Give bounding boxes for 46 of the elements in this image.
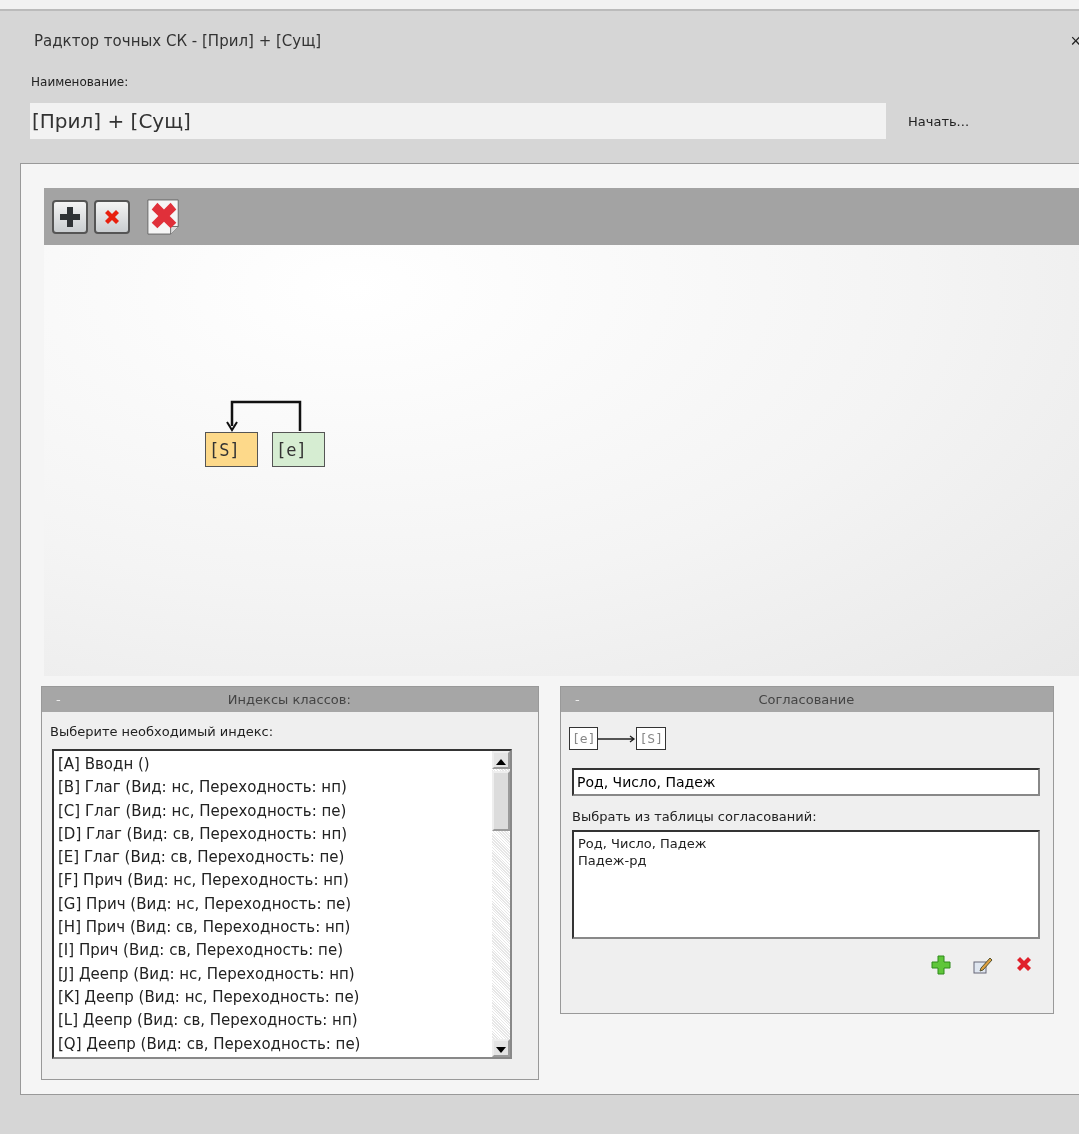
name-label: Наименование:: [31, 75, 130, 89]
add-button[interactable]: [52, 199, 88, 234]
arrow-icon: [598, 734, 637, 743]
close-button[interactable]: ×: [1070, 30, 1079, 52]
start-button[interactable]: Начать...: [908, 113, 970, 129]
delete-button[interactable]: [94, 199, 130, 234]
window-title: Радктор точных СК - [Прил] + [Сущ]: [34, 32, 323, 50]
scroll-down-button[interactable]: [492, 1039, 510, 1057]
scrollbar-thumb[interactable]: [492, 771, 510, 831]
down-arrow-icon: [496, 1047, 506, 1053]
edit-button[interactable]: [973, 955, 993, 975]
agreement-option[interactable]: Род, Число, Падеж: [578, 835, 707, 852]
index-list-item[interactable]: [Q] Деепр (Вид: св, Переходность: пе): [58, 1032, 361, 1056]
diagram-node: [e]: [569, 727, 599, 750]
index-list-item[interactable]: [L] Деепр (Вид: св, Переходность: нп): [58, 1009, 358, 1033]
plus-icon: [59, 205, 81, 228]
index-list-item[interactable]: [G] Прич (Вид: нс, Переходность: пе): [58, 892, 352, 917]
index-list-item[interactable]: [H] Прич (Вид: св, Переходность: нп): [58, 916, 351, 940]
index-list-item[interactable]: [C] Глаг (Вид: нс, Переходность: пе): [58, 799, 347, 823]
index-list-item[interactable]: [A] Вводн (): [58, 753, 150, 777]
panel-title: Согласование: [757, 692, 856, 707]
prompt-label: Выберите необходимый индекс:: [50, 724, 275, 739]
name-field[interactable]: [Прил] + [Сущ]: [30, 103, 886, 139]
diagram-node[interactable]: [e]: [272, 432, 325, 467]
index-list-item[interactable]: [I] Прич (Вид: св, Переходность: пе): [58, 939, 343, 963]
index-list-item[interactable]: [F] Прич (Вид: нс, Переходность: нп): [58, 869, 349, 893]
scroll-up-button[interactable]: [492, 751, 510, 769]
agreement-field[interactable]: Род, Число, Падеж: [572, 768, 1040, 796]
table-label: Выбрать из таблицы согласований:: [572, 809, 818, 824]
panel-title: Индексы классов:: [226, 692, 352, 707]
up-arrow-icon: [496, 759, 506, 765]
plus-icon: [931, 955, 951, 975]
agreement-list[interactable]: Род, Число, Падеж Падеж-рд: [572, 830, 1040, 939]
diagram-node: [S]: [636, 727, 666, 750]
diagram-node[interactable]: [S]: [205, 432, 258, 467]
delete-document-button[interactable]: [146, 199, 182, 234]
index-list-item[interactable]: [B] Глаг (Вид: нс, Переходность: нп): [58, 776, 347, 800]
index-list-item[interactable]: [E] Глаг (Вид: св, Переходность: пе): [58, 846, 345, 870]
index-list-item[interactable]: [J] Деепр (Вид: нс, Переходность: нп): [58, 962, 355, 986]
index-list-item[interactable]: [D] Глаг (Вид: св, Переходность: нп): [58, 822, 348, 847]
document-delete-icon: [146, 196, 182, 237]
pencil-icon: [973, 955, 993, 975]
index-list-item[interactable]: [K] Деепр (Вид: нс, Переходность: пе): [58, 985, 360, 1010]
agreement-option[interactable]: Падеж-рд: [578, 852, 647, 869]
index-list[interactable]: [52, 749, 512, 1059]
close-icon: [1015, 955, 1033, 973]
